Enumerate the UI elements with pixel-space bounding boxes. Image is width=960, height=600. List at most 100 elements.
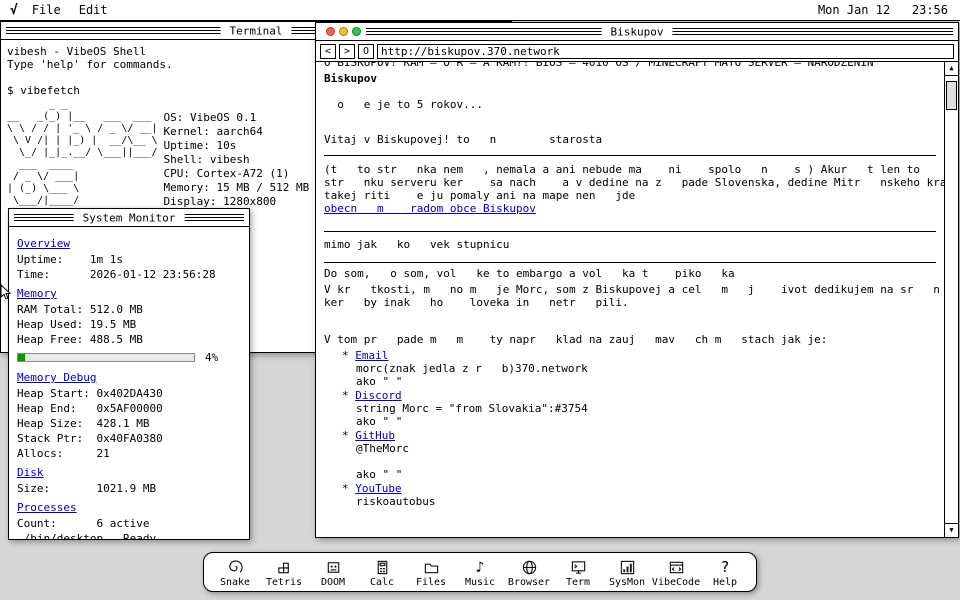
dock-item-music[interactable]: ♪ Music (457, 558, 503, 588)
page-mimo-line: mimo jak ko vek stupnicu (324, 238, 936, 251)
progress-label: 4% (205, 350, 218, 365)
menu-edit[interactable]: Edit (79, 3, 108, 17)
dock-item-label: VibeCode (652, 577, 700, 588)
browser-page: O BISKUPOV! KAM — O R — A KAM?! BIOS — 4… (316, 62, 944, 537)
forward-button[interactable]: > (339, 44, 355, 59)
doom-icon (325, 558, 342, 576)
dock-item-tetris[interactable]: Tetris (261, 558, 307, 588)
menu-clock: Mon Jan 12 23:56 (818, 3, 948, 17)
scroll-down-icon[interactable]: ▼ (945, 523, 958, 537)
dock-item-label: Tetris (266, 577, 302, 588)
dock-item-sysmon[interactable]: SysMon (604, 558, 650, 588)
dock-item-snake[interactable]: Snake (212, 558, 258, 588)
terminal-ascii-art: _ _ __ _(_) |__ ___ ___ \ \ / / | '_ \ /… (7, 99, 158, 209)
email-detail: morc(znak jedla z r b)370.network ako " … (356, 362, 936, 388)
dock-item-label: Files (416, 577, 446, 588)
page-heading: Biskupov (324, 72, 936, 85)
tetris-icon (276, 558, 293, 576)
page-welcome-line: Vitaj v Biskupovej! to n starosta (324, 133, 936, 146)
page-findme-line: V tom pr pade m m ty napr klad na zauj m… (324, 333, 936, 346)
zoom-button[interactable] (352, 27, 361, 36)
memory-rows: RAM Total: 512.0 MB Heap Used: 19.5 MB H… (17, 302, 241, 347)
progress-track (17, 353, 195, 362)
question-mark-icon: ? (720, 558, 729, 576)
list-item-youtube: * YouTube riskoautobus (342, 482, 936, 508)
browser-urlbar: < > O (316, 41, 958, 62)
sysmon-title: System Monitor (74, 211, 185, 224)
list-item-email: * Email morc(znak jedla z r b)370.networ… (342, 349, 936, 388)
dock-item-vibecode[interactable]: VibeCode (653, 558, 699, 588)
bar-chart-icon (619, 558, 636, 576)
terminal-sysinfo: OS: VibeOS 0.1 Kernel: aarch64 Uptime: 1… (164, 111, 310, 209)
dock-item-help[interactable]: ? Help (702, 558, 748, 588)
page-about-text: V kr tkosti, m no m je Morc, som z Bisku… (324, 283, 936, 309)
page-five-years-line: o e je to 5 rokov... (324, 98, 936, 111)
github-detail: @TheMorc ako " " (356, 442, 936, 481)
github-link[interactable]: GitHub (355, 429, 395, 442)
sysmon-content: Overview Uptime: 1m 1s Time: 2026-01-12 … (9, 227, 249, 540)
email-link[interactable]: Email (355, 349, 388, 362)
dock-item-term[interactable]: Term (555, 558, 601, 588)
divider (324, 262, 936, 263)
section-memory[interactable]: Memory (17, 286, 57, 301)
browser-titlebar[interactable]: Biskupov (316, 23, 958, 41)
dock-item-label: Calc (370, 577, 394, 588)
scrollbar-thumb[interactable] (946, 81, 957, 110)
memory-debug-rows: Heap Start: 0x402DA430 Heap End: 0x5AF00… (17, 386, 241, 461)
list-item-github: * GitHub @TheMorc ako " " (342, 429, 936, 481)
url-input[interactable] (377, 44, 954, 59)
progress-fill (18, 354, 25, 361)
vertical-scrollbar[interactable]: ▲ ▼ (944, 62, 958, 537)
close-button[interactable] (326, 27, 335, 36)
terminal-icon (570, 558, 587, 576)
memory-usage-bar: 4% (17, 350, 241, 365)
terminal-title: Terminal (221, 24, 292, 37)
section-overview[interactable]: Overview (17, 236, 70, 251)
youtube-detail: riskoautobus (356, 495, 936, 508)
bullet-marker: * (342, 482, 349, 495)
music-note-icon: ♪ (475, 558, 484, 576)
dock-item-files[interactable]: Files (408, 558, 454, 588)
system-monitor-window: System Monitor Overview Uptime: 1m 1s Ti… (8, 208, 250, 540)
youtube-link[interactable]: YouTube (355, 482, 401, 495)
scroll-up-icon[interactable]: ▲ (945, 62, 958, 76)
contact-list: * Email morc(znak jedla z r b)370.networ… (324, 349, 936, 508)
dock-item-browser[interactable]: Browser (506, 558, 552, 588)
page-disclaimer: (t to str nka nem , nemala a ani nebude … (324, 163, 936, 202)
reload-button[interactable]: O (358, 44, 374, 59)
vibeos-logo-icon[interactable]: √ (10, 3, 18, 18)
section-processes[interactable]: Processes (17, 500, 77, 515)
minimize-button[interactable] (339, 27, 348, 36)
back-button[interactable]: < (320, 44, 336, 59)
code-window-icon (668, 558, 685, 576)
bullet-marker: * (342, 349, 349, 362)
dock-item-label: DOOM (321, 577, 345, 588)
bullet-marker: * (342, 389, 349, 402)
council-link[interactable]: obecn m radom obce Biskupov (324, 202, 536, 215)
dock-item-label: Browser (508, 577, 550, 588)
traffic-lights (321, 23, 366, 40)
calc-icon (374, 558, 391, 576)
dock-item-label: Music (465, 577, 495, 588)
discord-detail: string Morc = "from Slovakia":#3754 ako … (356, 402, 936, 428)
dock-item-label: Term (566, 577, 590, 588)
divider (324, 155, 936, 156)
dock-item-calc[interactable]: Calc (359, 558, 405, 588)
globe-icon (521, 558, 538, 576)
process-rows: Count: 6 active /bin/desktop Ready /bin/… (17, 516, 241, 540)
browser-window: Biskupov < > O O BISKUPOV! KAM — O R — A… (315, 22, 959, 538)
page-who-line: Do som, o som, vol ke to embargo a vol k… (324, 267, 936, 280)
section-memory-debug[interactable]: Memory Debug (17, 370, 96, 385)
snake-icon (227, 558, 244, 576)
section-disk[interactable]: Disk (17, 465, 44, 480)
menu-bar: √ File Edit Mon Jan 12 23:56 (0, 0, 960, 21)
sysmon-titlebar[interactable]: System Monitor (9, 209, 249, 227)
disk-rows: Size: 1021.9 MB (17, 481, 241, 496)
divider (324, 231, 936, 232)
dock-item-label: SysMon (609, 577, 645, 588)
page-topnav[interactable]: O BISKUPOV! KAM — O R — A KAM?! BIOS — 4… (324, 62, 936, 69)
bullet-marker: * (342, 429, 349, 442)
dock-item-doom[interactable]: DOOM (310, 558, 356, 588)
menu-file[interactable]: File (32, 3, 61, 17)
discord-link[interactable]: Discord (355, 389, 401, 402)
